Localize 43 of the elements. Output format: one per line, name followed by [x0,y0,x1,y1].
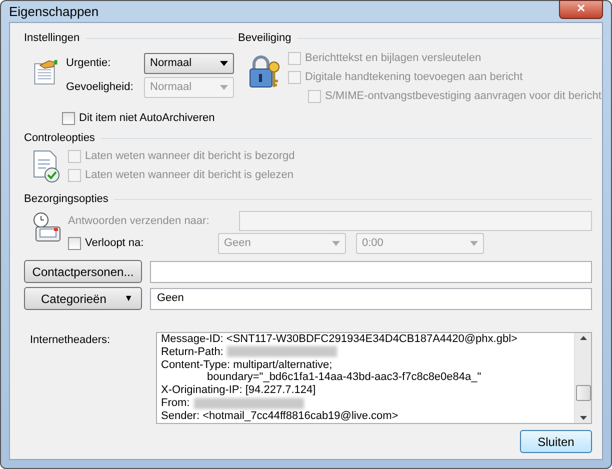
contacts-button[interactable]: Contactpersonen... [24,260,142,283]
scroll-down-icon[interactable] [580,416,586,420]
contacts-field[interactable] [150,260,592,282]
dropdown-arrow-icon [220,84,228,90]
header-line: X-Originating-IP: [94.227.7.124] [161,384,316,396]
dropdown-arrow-icon [332,241,340,246]
header-line: Sender: <hotmail_7cc44ff8816cab19@live.com> [161,410,398,422]
header-line: From: [161,396,190,409]
section-title: Beveiliging [238,30,292,46]
checkbox-label: S/MIME-ontvangstbevestiging aanvragen voor dit bericht [325,89,602,104]
checkbox-label: Laten weten wanneer dit bericht is gelezen [85,168,294,184]
urgency-dropdown[interactable]: Normaal [144,52,234,74]
categories-button[interactable]: Categorieën ▼ [24,287,142,310]
window-title: Eigenschappen [9,2,99,21]
checklist-icon [32,149,62,183]
section-title: Bezorgingsopties [24,192,108,207]
scroll-up-icon[interactable] [580,336,586,340]
scrollbar[interactable] [574,333,591,423]
checkbox-label: Berichttekst en bijlagen versleutelen [305,51,482,66]
checkbox[interactable] [68,237,81,250]
header-line: Content-Type: multipart/alternative; [161,358,332,371]
section-title: Controleopties [24,130,95,146]
checkbox[interactable] [62,112,75,125]
header-line: boundary="_bd6c1fa1-14aa-43bd-aac3-f7c8c8e0e84a_" [206,371,482,384]
padlock-key-icon [248,55,280,89]
checkbox-label: Verloopt na: [85,236,144,252]
field-label: Gevoeligheid: [66,80,134,95]
section-title: Instellingen [24,30,80,46]
checkbox-label: Digitale handtekening toevoegen aan bericht [305,70,523,86]
checkbox-label: Laten weten wanneer dit bericht is bezorgd [85,149,295,164]
scroll-thumb[interactable] [576,385,590,401]
field-label: Antwoorden verzenden naar: [68,214,210,229]
header-line: Return-Path: [161,346,224,358]
field-label: Internetheaders: [30,333,112,348]
dropdown-arrow-icon [470,241,478,246]
categories-field[interactable]: Geen [150,288,592,310]
checkbox-label: Dit item niet AutoArchiveren [79,111,215,126]
header-line: Message-ID: <SNT117-W30BDFC291934E34D4CB187A4420@phx.gbl> [161,333,518,345]
dropdown-arrow-icon [220,60,228,66]
field-label: Urgentie: [66,56,112,71]
close-dialog-button[interactable]: Sluiten [520,430,592,453]
caret-icon: ▼ [124,292,133,306]
headers-text-area[interactable] [156,332,592,424]
